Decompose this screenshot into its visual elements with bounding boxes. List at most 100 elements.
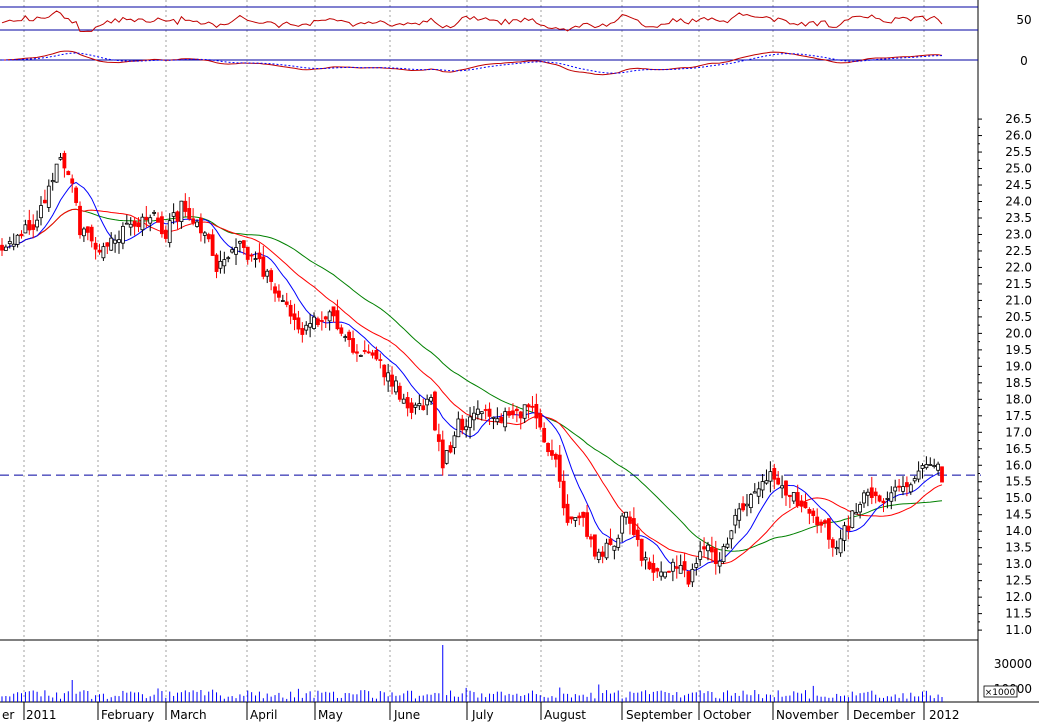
candle — [456, 411, 461, 438]
candle — [370, 349, 375, 359]
candle-body — [725, 543, 730, 548]
candle-body — [503, 411, 508, 428]
candle — [752, 483, 757, 494]
candle — [222, 251, 227, 274]
candle — [167, 213, 172, 248]
candle-body — [846, 525, 851, 531]
candle-body — [4, 246, 8, 251]
candle-body — [374, 350, 379, 360]
candle-body — [511, 410, 515, 416]
candle-body — [830, 539, 835, 548]
candle — [690, 563, 695, 588]
candle-body — [382, 364, 387, 378]
candle-body — [592, 534, 597, 557]
candle — [183, 193, 188, 217]
candle-body — [686, 571, 691, 585]
candle-body — [413, 404, 418, 408]
candle-body — [312, 316, 316, 329]
candle-body — [249, 254, 254, 257]
candle — [54, 163, 59, 183]
panel-frames — [0, 0, 1039, 703]
candle-body — [674, 566, 679, 569]
candle — [663, 571, 667, 579]
price-tick-label: 17.0 — [1005, 425, 1032, 439]
candle — [89, 224, 94, 248]
candle — [569, 516, 574, 524]
price-tick-label: 20.0 — [1005, 326, 1032, 340]
candle-body — [635, 529, 640, 540]
candle-body — [472, 412, 476, 421]
candle-body — [717, 560, 722, 567]
candle-body — [670, 561, 675, 572]
candle — [647, 557, 652, 571]
candle — [616, 534, 621, 551]
price-tick-label: 11.0 — [1005, 623, 1032, 637]
candle-body — [89, 226, 94, 242]
candle-body — [241, 240, 246, 248]
candle-body — [261, 256, 266, 277]
candle-body — [113, 239, 118, 244]
price-tick-label: 13.5 — [1005, 541, 1032, 555]
candle-body — [850, 510, 855, 528]
candle-body — [97, 249, 102, 253]
candle-body — [826, 518, 831, 540]
candle-body — [316, 318, 320, 325]
price-tick-label: 18.0 — [1005, 392, 1032, 406]
candle-body — [15, 234, 20, 245]
candle-body — [156, 217, 160, 223]
candle — [234, 238, 238, 265]
candle — [11, 233, 16, 251]
candle-body — [709, 546, 714, 553]
candle-body — [444, 450, 449, 464]
candle-body — [518, 411, 523, 419]
candle-body — [752, 491, 757, 494]
candle — [518, 410, 523, 430]
candle-body — [565, 503, 570, 523]
candle-body — [534, 403, 539, 419]
candle-body — [43, 199, 47, 204]
month-axis: er 2011 February March April May June July Augus… — [2, 702, 960, 722]
candle — [323, 315, 328, 328]
candle-body — [226, 257, 231, 260]
candle-body — [163, 229, 168, 239]
price-tick-label: 21.0 — [1005, 293, 1032, 307]
candle-body — [335, 310, 340, 330]
candle — [257, 243, 262, 263]
candle-body — [269, 270, 274, 282]
candle-body — [7, 241, 12, 245]
candle — [604, 538, 609, 561]
candle — [530, 396, 535, 412]
price-tick-label: 19.0 — [1005, 359, 1032, 373]
candle — [542, 422, 547, 444]
moving-average-mid-line — [1, 208, 943, 565]
candle-body — [39, 205, 43, 219]
candle — [390, 366, 394, 395]
candle-body — [214, 254, 219, 272]
candle — [261, 245, 266, 280]
candle — [799, 495, 804, 513]
candle-body — [82, 228, 86, 237]
candle-body — [124, 222, 129, 225]
price-tick-label: 16.5 — [1005, 442, 1032, 456]
candle-body — [23, 224, 28, 234]
candle-body — [733, 514, 738, 526]
candle — [85, 226, 90, 241]
candle-body — [152, 211, 157, 214]
candle — [472, 406, 476, 431]
candle-body — [721, 546, 726, 563]
candle-body — [300, 328, 305, 335]
candle-body — [620, 515, 625, 534]
candle — [413, 402, 418, 415]
candle-body — [557, 454, 562, 482]
candle — [187, 197, 192, 221]
candle-body — [440, 439, 445, 469]
price-tick-label: 15.5 — [1005, 475, 1032, 489]
month-label: er — [2, 708, 14, 722]
volume-unit-label: ×1000 — [985, 688, 1016, 698]
candle-body — [230, 249, 235, 253]
candle-body — [308, 323, 313, 328]
candle-body — [799, 500, 804, 507]
candle — [148, 214, 153, 232]
candle — [733, 508, 738, 534]
candle-body — [238, 241, 242, 244]
